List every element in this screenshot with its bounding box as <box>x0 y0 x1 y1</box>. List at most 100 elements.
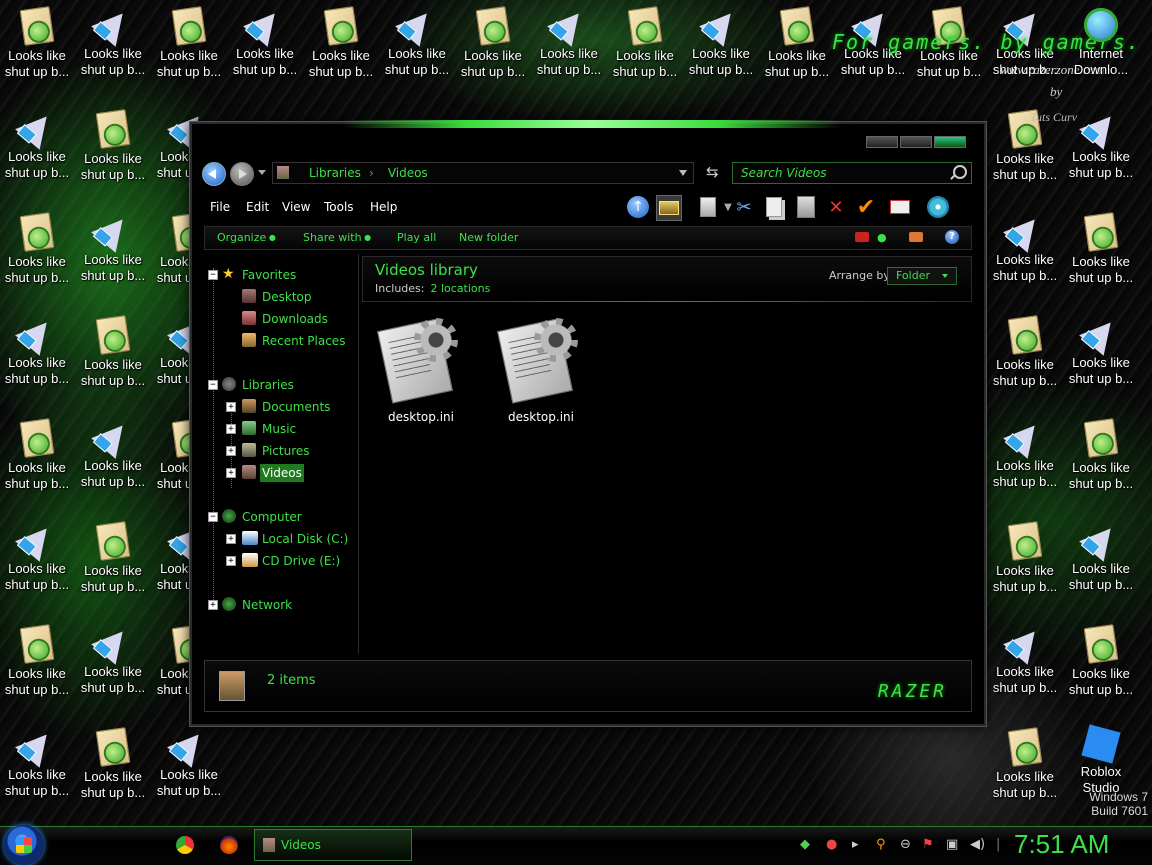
refresh-icon[interactable]: ⇆ <box>706 163 719 181</box>
tray-network-globe-icon[interactable]: ◆ <box>800 837 810 852</box>
close-button[interactable] <box>934 136 966 148</box>
start-button[interactable] <box>4 825 44 865</box>
expand-icon[interactable]: + <box>226 402 236 412</box>
collapse-icon[interactable]: − <box>208 512 218 522</box>
expand-icon[interactable]: + <box>208 600 218 610</box>
firefox-icon[interactable] <box>220 836 238 854</box>
collapse-icon[interactable]: − <box>208 380 218 390</box>
desktop-shortcut[interactable]: Looks like shut up b... <box>152 721 226 799</box>
desktop-shortcut[interactable]: Looks like shut up b... <box>76 309 150 389</box>
tray-arrow-icon[interactable]: ▸ <box>852 837 859 852</box>
copy-icon[interactable] <box>762 195 786 219</box>
expand-icon[interactable]: + <box>226 556 236 566</box>
address-bar[interactable]: Libraries Videos <box>272 162 694 184</box>
desktop-shortcut[interactable]: Looks like shut up b... <box>0 412 74 492</box>
taskbar-item-videos[interactable]: Videos <box>254 829 412 861</box>
desktop-shortcut[interactable]: Looks like shut up b... <box>1064 206 1138 286</box>
desktop-shortcut[interactable]: Looks like shut up b... <box>608 0 682 80</box>
email-icon[interactable] <box>888 195 912 219</box>
collapse-icon[interactable]: − <box>208 270 218 280</box>
desktop-shortcut[interactable]: Looks like shut up b... <box>1064 515 1138 593</box>
desktop-shortcut[interactable]: Looks like shut up b... <box>988 721 1062 801</box>
desktop-shortcut[interactable]: Looks like shut up b... <box>684 0 758 78</box>
desktop-shortcut[interactable]: Looks like shut up b... <box>76 103 150 183</box>
forward-button[interactable] <box>230 162 254 186</box>
desktop-shortcut[interactable]: Looks like shut up b... <box>988 618 1062 696</box>
desktop-shortcut[interactable]: Looks like shut up b... <box>1064 412 1138 492</box>
desktop-shortcut[interactable]: Looks like shut up b... <box>0 103 74 181</box>
checkmark-icon[interactable]: ✔ <box>854 195 878 220</box>
back-button[interactable] <box>202 162 226 186</box>
delete-icon[interactable]: ✕ <box>824 195 848 219</box>
recent-pages-dropdown[interactable] <box>258 170 266 175</box>
file-item[interactable]: desktop.ini <box>366 316 476 424</box>
locations-link[interactable]: 2 locations <box>430 282 490 295</box>
desktop-shortcut[interactable]: Looks like shut up b... <box>0 721 74 799</box>
clock[interactable]: 7:51 AM <box>1014 829 1109 860</box>
desktop-shortcut[interactable]: Looks like shut up b... <box>1064 309 1138 387</box>
desktop-shortcut[interactable]: Looks like shut up b... <box>0 206 74 286</box>
tray-search-icon[interactable]: ⚲ <box>876 837 886 852</box>
menu-file[interactable]: File <box>210 200 230 214</box>
paste-icon[interactable] <box>794 195 818 219</box>
desktop-shortcut[interactable]: Looks like shut up b... <box>76 0 150 78</box>
breadcrumb-videos[interactable]: Videos <box>369 166 428 180</box>
minimize-button[interactable] <box>866 136 898 148</box>
tray-flag-icon[interactable]: ⚑ <box>922 837 934 852</box>
desktop-icon-roblox-studio[interactable]: Roblox Studio <box>1064 720 1138 796</box>
expand-icon[interactable]: + <box>226 468 236 478</box>
maximize-button[interactable] <box>900 136 932 148</box>
expand-icon[interactable]: + <box>226 424 236 434</box>
expand-icon[interactable]: + <box>226 534 236 544</box>
up-folder-icon[interactable]: ↑ <box>626 195 650 219</box>
desktop-shortcut[interactable]: Looks like shut up b... <box>76 618 150 696</box>
tray-chrome-icon[interactable]: ● <box>826 837 837 852</box>
desktop-shortcut[interactable]: Looks like shut up b... <box>228 0 302 78</box>
breadcrumb-libraries[interactable]: Libraries <box>309 166 361 180</box>
desktop-shortcut[interactable]: Looks like shut up b... <box>988 206 1062 284</box>
views-icon[interactable] <box>656 195 682 221</box>
burn-disc-icon[interactable] <box>926 195 950 219</box>
desktop-shortcut[interactable]: Looks like shut up b... <box>760 0 834 80</box>
preview-pane-icon[interactable] <box>909 232 923 242</box>
desktop-shortcut[interactable]: Looks like shut up b... <box>456 0 530 80</box>
desktop-shortcut[interactable]: Looks like shut up b... <box>0 515 74 593</box>
desktop-shortcut[interactable]: Looks like shut up b... <box>988 412 1062 490</box>
desktop-shortcut[interactable]: Looks like shut up b... <box>1064 618 1138 698</box>
play-all-button[interactable]: Play all <box>397 231 436 244</box>
desktop-shortcut[interactable]: Looks like shut up b... <box>532 0 606 78</box>
desktop-shortcut[interactable]: Looks like shut up b... <box>0 618 74 698</box>
tray-info-icon[interactable]: ⊖ <box>900 837 911 852</box>
desktop-shortcut[interactable]: Looks like shut up b... <box>152 0 226 80</box>
desktop-shortcut[interactable]: Looks like shut up b... <box>76 206 150 284</box>
desktop-shortcut[interactable]: Looks like shut up b... <box>988 309 1062 389</box>
organize-button[interactable]: Organize <box>217 231 276 244</box>
desktop-shortcut[interactable]: Looks like shut up b... <box>76 412 150 490</box>
tray-volume-icon[interactable]: ◀) <box>970 837 985 852</box>
menu-view[interactable]: View <box>282 200 310 214</box>
file-item[interactable]: desktop.ini <box>486 316 596 424</box>
expand-icon[interactable]: + <box>226 446 236 456</box>
menu-help[interactable]: Help <box>370 200 397 214</box>
desktop-shortcut[interactable]: Looks like shut up b... <box>0 309 74 387</box>
chrome-icon[interactable] <box>176 836 194 854</box>
search-box[interactable] <box>732 162 972 184</box>
menu-edit[interactable]: Edit <box>246 200 269 214</box>
desktop-icon-internet-download[interactable]: Internet Downlo... <box>1064 0 1138 78</box>
share-with-button[interactable]: Share with <box>303 231 371 244</box>
cut-icon[interactable]: ✂ <box>732 195 756 219</box>
desktop-shortcut[interactable]: Looks like shut up b... <box>304 0 378 80</box>
desktop-shortcut[interactable]: Looks like shut up b... <box>76 515 150 595</box>
help-icon[interactable]: ? <box>945 230 959 244</box>
desktop-shortcut[interactable]: Looks like shut up b... <box>380 0 454 78</box>
view-options-dot-icon[interactable]: ● <box>877 231 887 244</box>
desktop-shortcut[interactable]: Looks like shut up b... <box>988 515 1062 595</box>
desktop-shortcut[interactable]: Looks like shut up b... <box>0 0 74 80</box>
tray-display-icon[interactable]: ▣ <box>946 837 958 852</box>
address-dropdown-icon[interactable] <box>679 170 687 176</box>
new-folder-button[interactable]: New folder <box>459 231 518 244</box>
desktop-shortcut[interactable]: Looks like shut up b... <box>76 721 150 801</box>
view-options-icon[interactable] <box>855 232 869 242</box>
menu-tools[interactable]: Tools <box>324 200 354 214</box>
search-input[interactable] <box>739 165 943 181</box>
